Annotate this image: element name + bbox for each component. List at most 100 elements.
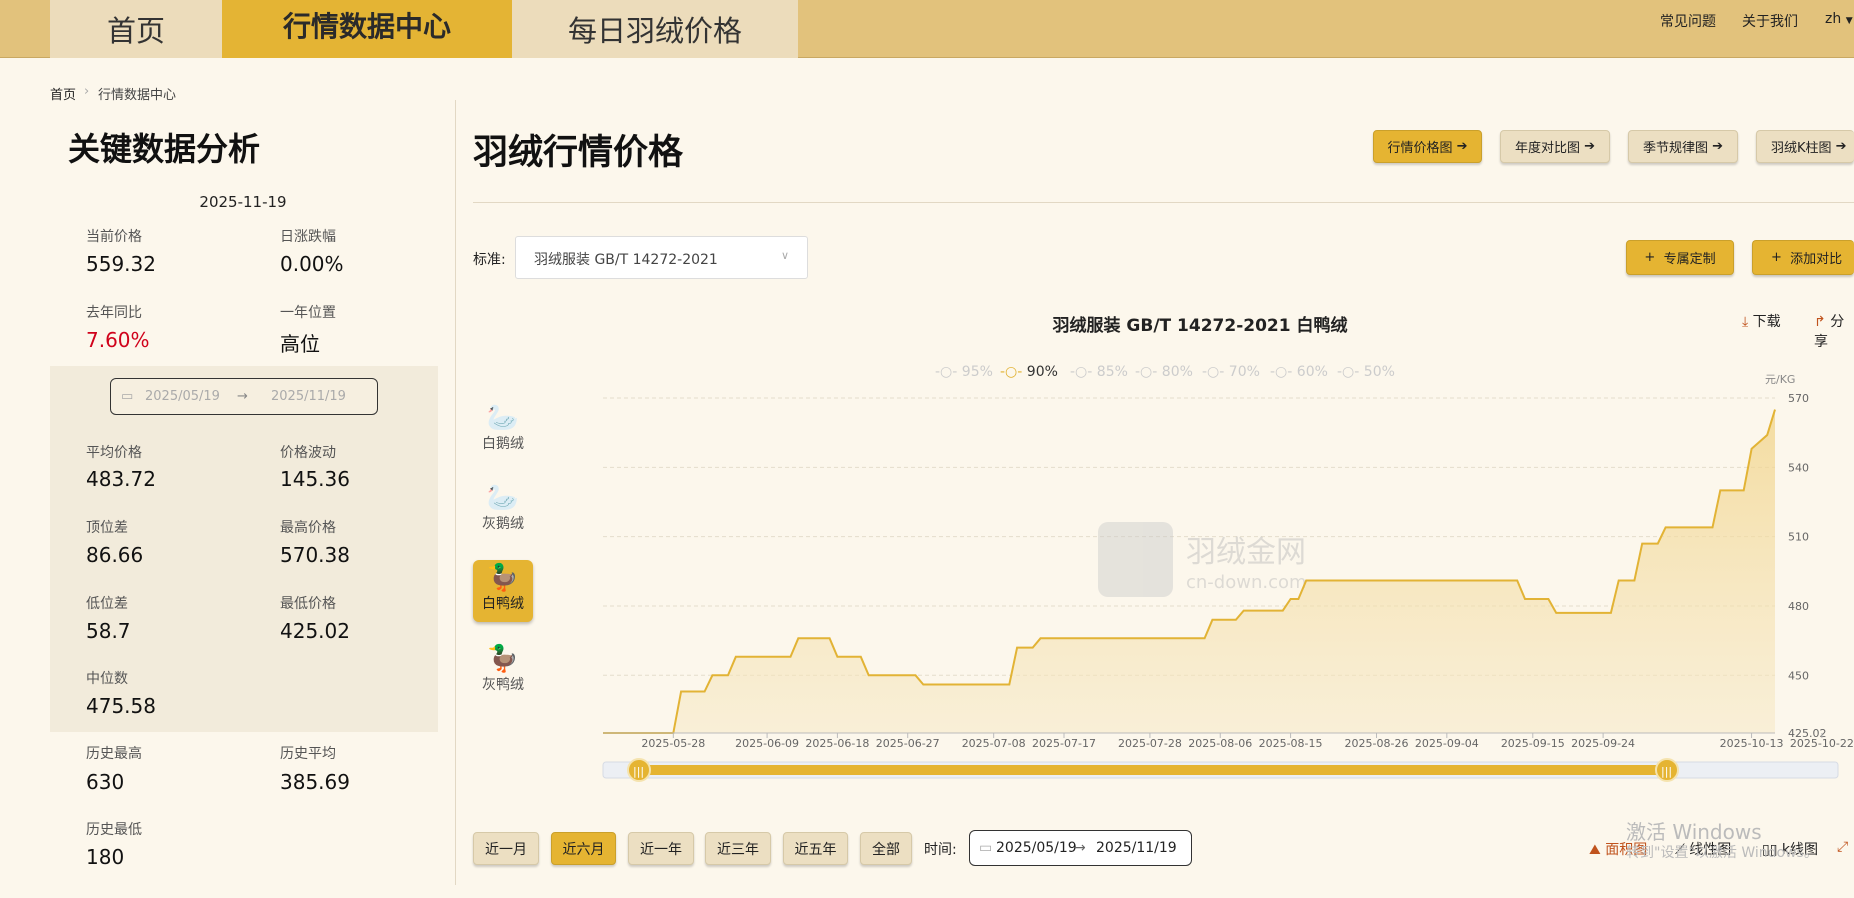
custom-button[interactable]: + 专属定制 — [1626, 240, 1734, 275]
calendar-icon: ▭ — [121, 389, 134, 404]
nav-about[interactable]: 关于我们 — [1742, 11, 1798, 31]
tab-label: 羽绒K柱图 — [1771, 141, 1832, 156]
x-tick-label: 2025-07-28 — [1118, 737, 1182, 750]
current-price-label: 当前价格 — [86, 229, 142, 245]
duck-icon: 🦆 — [486, 563, 520, 593]
avg-label: 平均价格 — [86, 445, 142, 461]
nav-daily-price[interactable]: 每日羽绒价格 — [512, 0, 798, 58]
range-6m[interactable]: 近六月 — [551, 832, 616, 865]
species-grey-duck[interactable]: 🦆 灰鸭绒 — [473, 641, 533, 703]
language-value: zh — [1825, 11, 1842, 27]
zoom-track — [602, 761, 1839, 779]
arrow-right-icon: → — [1074, 840, 1086, 856]
species-white-duck[interactable]: 🦆 白鸭绒 — [473, 560, 533, 622]
legend-item-70[interactable]: -○- 70% — [1202, 364, 1260, 380]
x-tick-label: 2025-06-09 — [735, 737, 799, 750]
stats-range-to: 2025/11/19 — [271, 389, 346, 404]
chart-title: 羽绒服装 GB/T 14272-2021 白鸭绒 — [1052, 316, 1348, 336]
x-tick-label: 2025-08-06 — [1188, 737, 1252, 750]
nav-faq[interactable]: 常见问题 — [1660, 11, 1716, 31]
standard-value: 羽绒服装 GB/T 14272-2021 — [534, 252, 718, 268]
species-white-goose[interactable]: 🦢 白鹅绒 — [473, 400, 533, 462]
arrow-right-icon: ➔ — [1456, 139, 1468, 154]
range-1m[interactable]: 近一月 — [473, 832, 539, 865]
duck-icon: 🦆 — [486, 644, 520, 674]
standard-select[interactable]: 羽绒服装 GB/T 14272-2021 ∨ — [515, 236, 808, 279]
y-tick-label: 570 — [1788, 392, 1809, 405]
nav-home[interactable]: 首页 — [50, 0, 222, 58]
min-price-label: 最低价格 — [280, 596, 336, 612]
x-tick-label: 2025-06-18 — [805, 737, 869, 750]
species-label: 灰鹅绒 — [482, 516, 524, 532]
main-title: 羽绒行情价格 — [473, 133, 684, 173]
zoom-handle-left[interactable] — [627, 758, 651, 782]
download-icon: ⤓ — [1742, 314, 1749, 330]
tab-yearly-compare[interactable]: 年度对比图 ➔ — [1500, 130, 1610, 163]
nav-market-data-center[interactable]: 行情数据中心 — [222, 0, 512, 58]
arrow-right-icon: → — [237, 389, 248, 404]
y-tick-label: 510 — [1788, 531, 1809, 544]
tab-k-bar[interactable]: 羽绒K柱图 ➔ — [1756, 130, 1854, 163]
legend-label: 80% — [1161, 364, 1193, 380]
tab-label: 行情价格图 — [1387, 141, 1453, 156]
add-compare-button[interactable]: + 添加对比 — [1752, 240, 1854, 275]
species-grey-goose[interactable]: 🦢 灰鹅绒 — [473, 480, 533, 542]
max-price-value: 570.38 — [280, 543, 350, 567]
stats-date-range-picker[interactable]: ▭ 2025/05/19 → 2025/11/19 — [110, 378, 378, 415]
legend-label: 90% — [1026, 364, 1058, 380]
tab-label: 季节规律图 — [1642, 141, 1708, 156]
tab-seasonal[interactable]: 季节规律图 ➔ — [1628, 130, 1738, 163]
breadcrumb-home[interactable]: 首页 — [50, 84, 76, 103]
zoom-handle-right[interactable] — [1655, 758, 1679, 782]
top-nav-bar: 首页 行情数据中心 每日羽绒价格 常见问题 关于我们 zh ▼ — [0, 0, 1854, 58]
legend-label: 50% — [1363, 364, 1395, 380]
volatility-value: 145.36 — [280, 467, 350, 491]
x-tick-label: 2025-08-26 — [1345, 737, 1409, 750]
low-gap-label: 低位差 — [86, 596, 128, 612]
range-1y[interactable]: 近一年 — [628, 832, 694, 865]
x-tick-label: 2025-05-28 — [641, 737, 705, 750]
legend-label: 85% — [1096, 364, 1128, 380]
price-line-90 — [603, 409, 1776, 734]
fullscreen-icon[interactable]: ⤢ — [1837, 839, 1848, 855]
goose-icon: 🦢 — [486, 403, 520, 433]
share-button[interactable]: ↱ 分享 — [1814, 311, 1854, 351]
legend-item-90[interactable]: -○- 90% — [1000, 364, 1058, 380]
volatility-label: 价格波动 — [280, 445, 336, 461]
range-3y[interactable]: 近三年 — [705, 832, 771, 865]
legend-item-80[interactable]: -○- 80% — [1135, 364, 1193, 380]
current-price-value: 559.32 — [86, 252, 156, 276]
download-label: 下载 — [1752, 314, 1781, 330]
breadcrumb-current: 行情数据中心 — [98, 88, 177, 103]
species-label: 白鹅绒 — [482, 436, 524, 452]
avg-value: 483.72 — [86, 467, 156, 491]
language-select[interactable]: zh ▼ — [1825, 11, 1853, 27]
key-data-date: 2025-11-19 — [199, 193, 287, 211]
median-label: 中位数 — [86, 671, 128, 687]
stats-range-from: 2025/05/19 — [145, 389, 220, 404]
y-axis: 425.02 450 480 510 540 570 — [1788, 392, 1827, 740]
tab-price-chart[interactable]: 行情价格图 ➔ — [1373, 130, 1482, 163]
y-tick-label: 450 — [1788, 669, 1809, 682]
range-all[interactable]: 全部 — [860, 832, 912, 865]
chevron-down-icon: ∨ — [780, 249, 789, 262]
download-button[interactable]: ⤓ 下载 — [1742, 311, 1781, 331]
legend-item-60[interactable]: -○- 60% — [1270, 364, 1328, 380]
legend-item-50[interactable]: -○- 50% — [1337, 364, 1395, 380]
add-compare-label: 添加对比 — [1790, 252, 1843, 267]
arrow-right-icon: ➔ — [1712, 139, 1724, 154]
median-value: 475.58 — [86, 694, 156, 718]
windows-activation-hint: 转到"设置"以激活 Windows。 — [1626, 845, 1818, 861]
x-tick-label: 2025-10-13 — [1720, 737, 1784, 750]
chart-date-range-picker[interactable]: ▭ 2025/05/19 → 2025/11/19 — [969, 830, 1192, 866]
goose-icon: 🦢 — [486, 483, 520, 513]
legend-item-85[interactable]: -○- 85% — [1070, 364, 1128, 380]
species-label: 白鸭绒 — [482, 596, 524, 612]
chevron-down-icon: ▼ — [1845, 16, 1853, 26]
range-5y[interactable]: 近五年 — [783, 832, 848, 865]
legend-item-95[interactable]: -○- 95% — [935, 364, 993, 380]
hist-high-label: 历史最高 — [86, 746, 142, 762]
key-data-title: 关键数据分析 — [68, 130, 261, 168]
tab-label: 年度对比图 — [1514, 141, 1580, 156]
low-gap-value: 58.7 — [86, 619, 131, 643]
